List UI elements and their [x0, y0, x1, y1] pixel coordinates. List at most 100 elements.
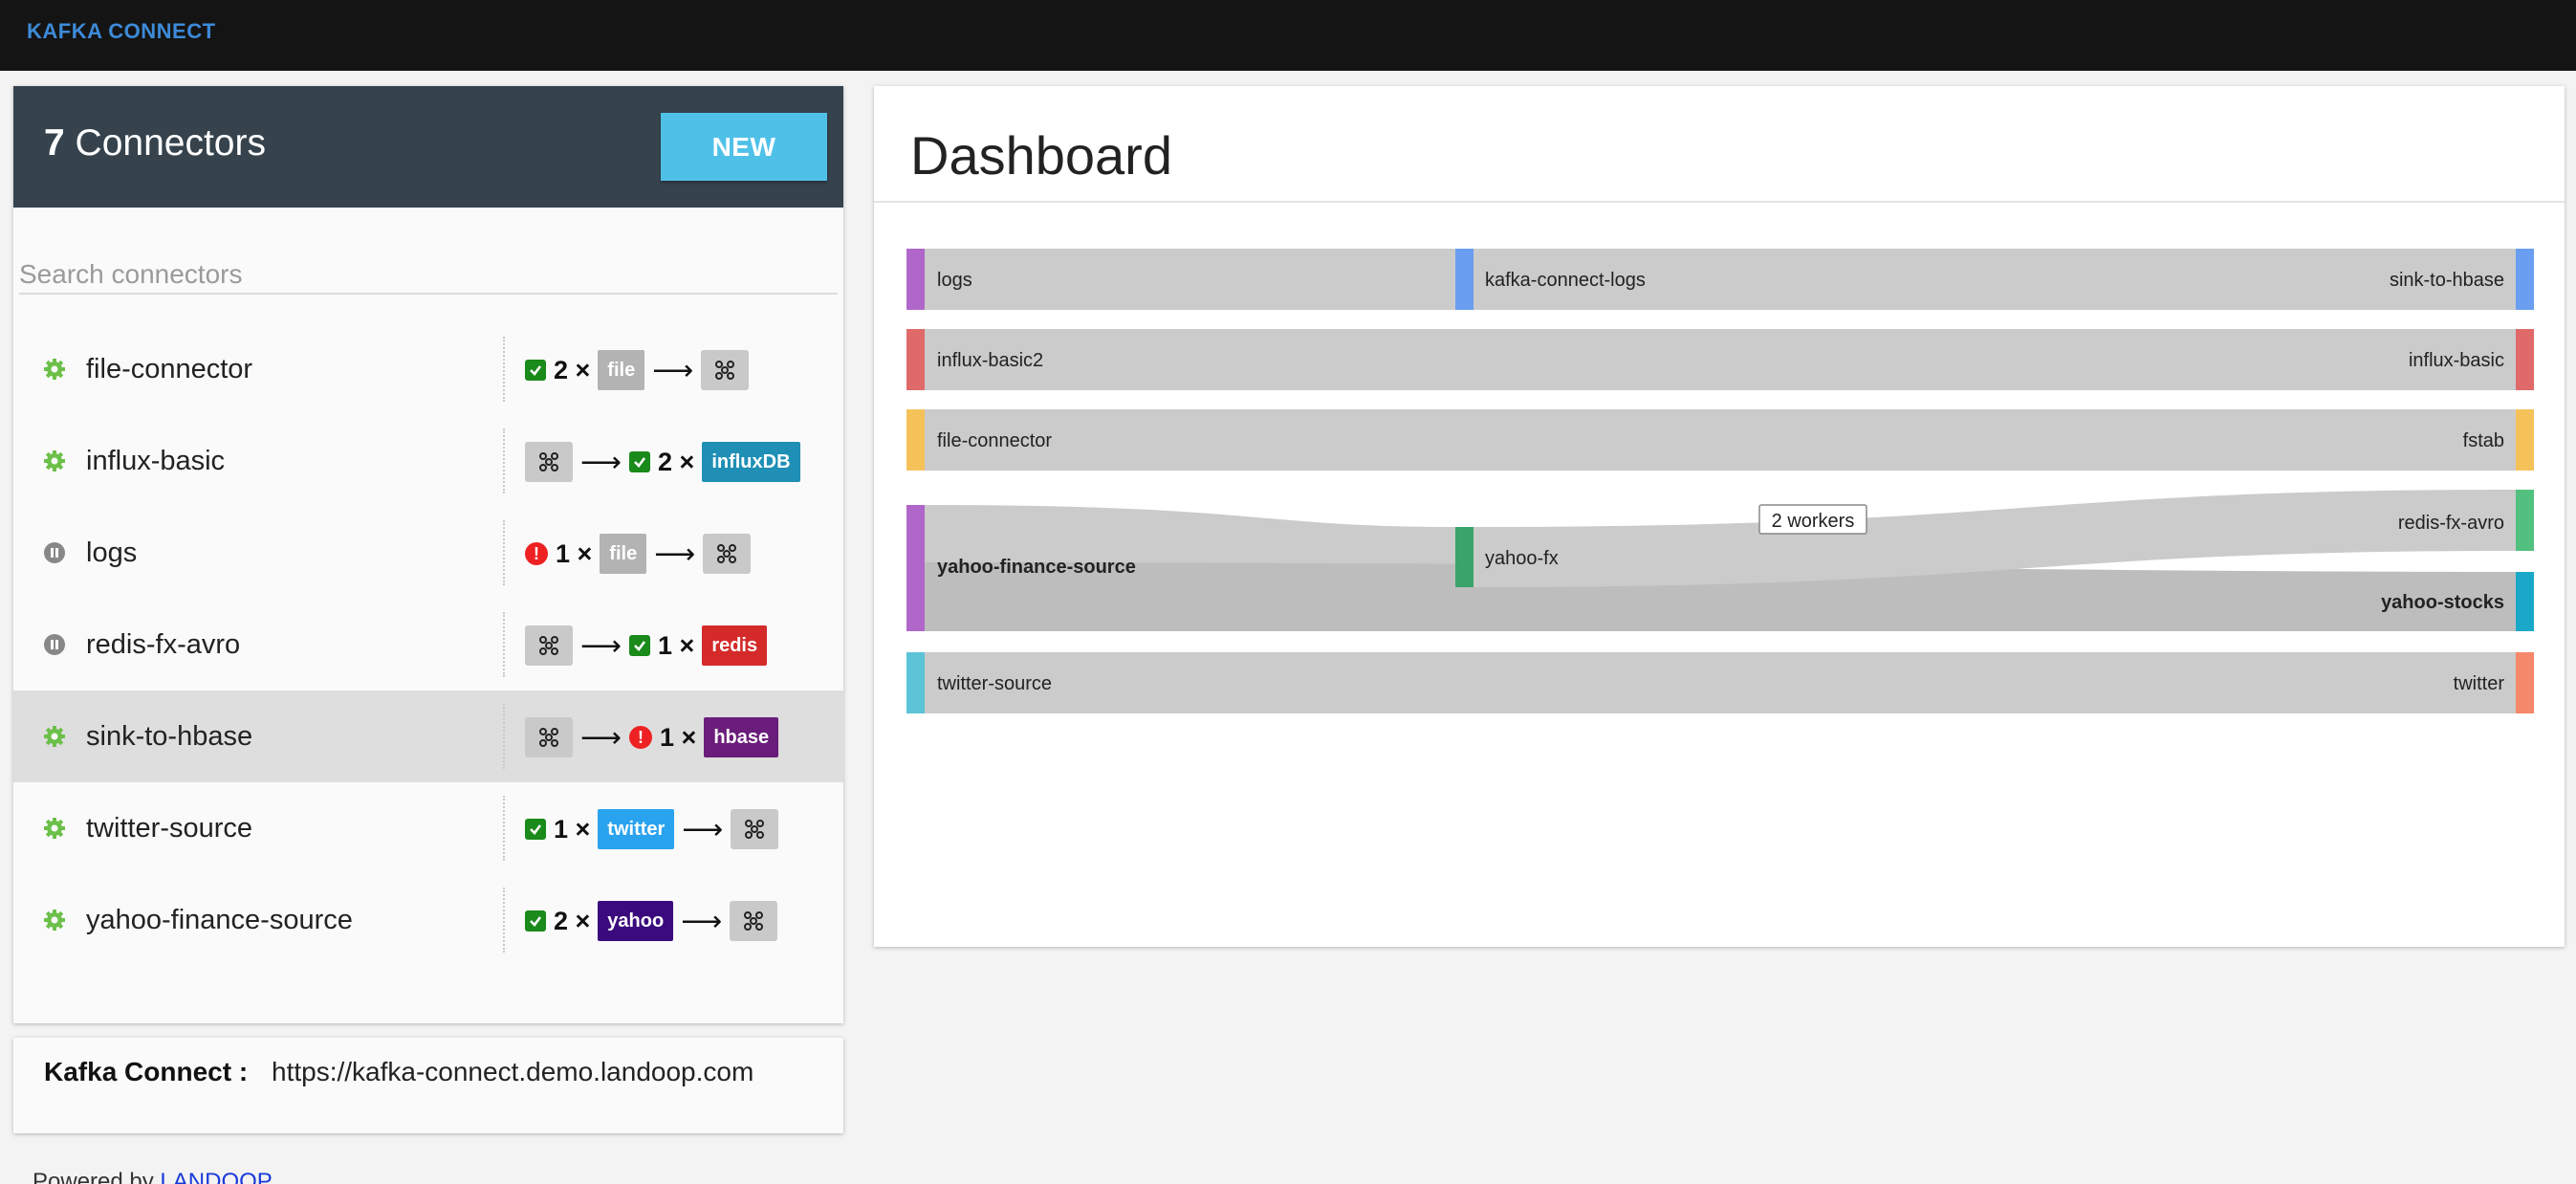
- pause-icon: [43, 633, 66, 656]
- row-separator: [503, 796, 505, 861]
- topic-label: yahoo-fx: [1485, 548, 1559, 569]
- connectors-count-title: 7 Connectors: [44, 122, 266, 164]
- connector-name: twitter-source: [86, 813, 253, 844]
- arrow-icon: ⟶: [681, 905, 723, 937]
- check-icon: [629, 451, 651, 472]
- connector-flow: ⟶ 2 × influxDB: [525, 442, 800, 482]
- connector-row[interactable]: influx-basic ⟶ 2 × influxDB: [13, 415, 843, 507]
- connector-row[interactable]: sink-to-hbase ⟶! 1 × hbase: [13, 691, 843, 782]
- check-icon: [525, 819, 546, 840]
- landoop-link[interactable]: LANDOOP: [160, 1169, 272, 1184]
- connector-row[interactable]: file-connector 2 × file ⟶: [13, 323, 843, 415]
- gear-icon: [43, 725, 66, 748]
- workers-tooltip-text: 2 workers: [1772, 511, 1855, 532]
- arrow-icon: ⟶: [682, 813, 724, 845]
- arrow-icon: ⟶: [652, 354, 694, 386]
- connector-type-badge: yahoo: [598, 901, 674, 941]
- kafka-icon: [525, 625, 573, 666]
- kafka-icon: [525, 442, 573, 482]
- task-count: 1 ×: [556, 538, 593, 568]
- source-node: [906, 249, 925, 310]
- arrow-icon: ⟶: [580, 721, 622, 754]
- connector-flow: 2 × file ⟶: [525, 350, 750, 390]
- check-icon: [525, 910, 546, 932]
- source-label: influx-basic2: [937, 350, 1043, 371]
- gear-icon: [43, 909, 66, 932]
- info-label: Kafka Connect :: [44, 1057, 249, 1086]
- task-count: 1 ×: [554, 814, 591, 844]
- connector-row[interactable]: twitter-source 1 × twitter ⟶: [13, 782, 843, 874]
- app-brand[interactable]: KAFKA CONNECT: [27, 19, 216, 44]
- row-separator: [503, 428, 505, 493]
- source-node: [906, 409, 925, 471]
- sink-node: [2516, 490, 2534, 551]
- pause-icon: [43, 541, 66, 564]
- search-input[interactable]: [19, 256, 838, 295]
- source-node: [906, 505, 925, 631]
- row-separator: [503, 704, 505, 769]
- source-label: file-connector: [937, 430, 1052, 451]
- kafka-icon: [525, 717, 573, 757]
- arrow-icon: ⟶: [654, 537, 696, 570]
- sink-label: twitter: [2454, 673, 2505, 694]
- connector-row[interactable]: logs! 1 × file ⟶: [13, 507, 843, 599]
- row-separator: [503, 612, 505, 677]
- source-label: logs: [937, 270, 972, 291]
- gear-icon: [43, 449, 66, 472]
- task-count: 1 ×: [658, 630, 695, 660]
- task-count: 1 ×: [660, 722, 697, 752]
- connector-type-badge: hbase: [704, 717, 779, 757]
- flow-link: [906, 249, 2534, 310]
- source-node: [906, 652, 925, 713]
- sink-node: [2516, 249, 2534, 310]
- sink-label: influx-basic: [2409, 350, 2504, 371]
- flow-link: [906, 652, 2534, 713]
- connector-flow: ⟶ 1 × redis: [525, 625, 768, 666]
- flow-link: [906, 329, 2534, 390]
- connector-row[interactable]: yahoo-finance-source 2 × yahoo ⟶: [13, 874, 843, 966]
- connector-type-badge: influxDB: [702, 442, 800, 482]
- source-label: yahoo-finance-source: [937, 557, 1136, 578]
- topic-label: kafka-connect-logs: [1485, 270, 1646, 291]
- check-icon: [629, 635, 651, 656]
- connectors-title: Connectors: [75, 122, 266, 164]
- sink-label: yahoo-stocks: [2381, 592, 2504, 613]
- connector-name: yahoo-finance-source: [86, 905, 353, 935]
- info-url: https://kafka-connect.demo.landoop.com: [272, 1057, 754, 1086]
- row-separator: [503, 888, 505, 953]
- connectors-panel: 7 Connectors NEW file-connector2 ×file⟶i…: [13, 86, 843, 1023]
- top-navbar: KAFKA CONNECT: [0, 0, 2576, 71]
- gear-icon: [43, 817, 66, 840]
- connector-row[interactable]: redis-fx-avro ⟶ 1 × redis: [13, 599, 843, 691]
- connector-type-badge: file: [598, 350, 645, 390]
- sankey-diagram: logs sink-to-hbase kafka-connect-logs influ…: [906, 249, 2534, 713]
- error-icon: !: [525, 542, 548, 565]
- kafka-icon: [730, 901, 778, 941]
- connector-flow: 1 × twitter ⟶: [525, 809, 779, 849]
- kafka-connect-info: Kafka Connect : https://kafka-connect.de…: [13, 1038, 843, 1133]
- check-icon: [525, 360, 546, 381]
- task-count: 2 ×: [554, 355, 591, 384]
- connector-count: 7: [44, 122, 65, 164]
- sink-node: [2516, 409, 2534, 471]
- kafka-icon: [701, 350, 750, 390]
- connector-type-badge: twitter: [598, 809, 675, 849]
- row-separator: [503, 520, 505, 585]
- topic-node: [1455, 249, 1474, 310]
- kafka-icon: [703, 534, 752, 574]
- connector-name: redis-fx-avro: [86, 629, 241, 660]
- sink-node: [2516, 572, 2534, 631]
- new-connector-button[interactable]: NEW: [661, 113, 827, 181]
- connector-flow: ! 1 × file ⟶: [525, 534, 752, 574]
- powered-by: Powered by LANDOOP: [33, 1169, 273, 1184]
- gear-icon: [43, 358, 66, 381]
- arrow-icon: ⟶: [580, 446, 622, 478]
- flow-link: [906, 409, 2534, 471]
- topic-node: [1455, 527, 1474, 587]
- sink-node: [2516, 652, 2534, 713]
- connector-name: logs: [86, 537, 138, 568]
- connector-name: sink-to-hbase: [86, 721, 253, 752]
- dashboard-panel: Dashboard logs sink-to-hbase kafka-connect…: [874, 86, 2565, 947]
- connector-type-badge: file: [600, 534, 647, 574]
- sink-label: sink-to-hbase: [2390, 270, 2504, 291]
